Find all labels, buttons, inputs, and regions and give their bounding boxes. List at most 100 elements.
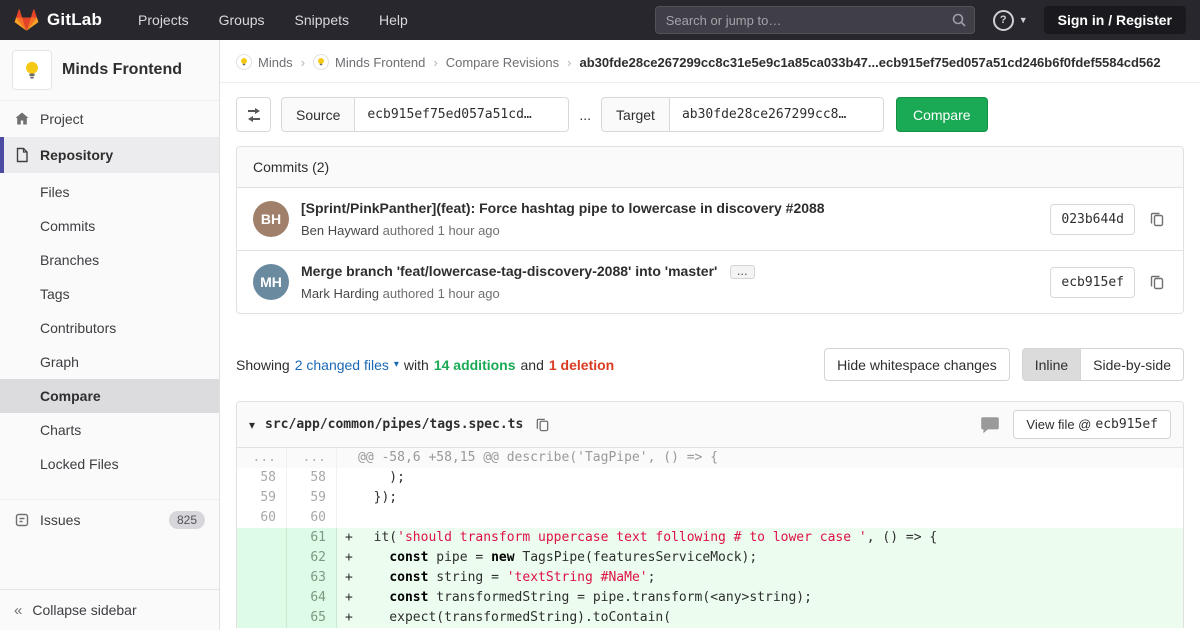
sidebar-item-locked-files[interactable]: Locked Files (0, 447, 219, 481)
search-icon[interactable] (951, 12, 967, 28)
gitlab-tanuki-icon (14, 9, 39, 31)
new-line-number[interactable]: 65 (287, 608, 337, 628)
copy-sha-button[interactable] (1147, 272, 1167, 292)
navbar-item-help[interactable]: Help (379, 12, 408, 28)
repository-subnav: Files Commits Branches Tags Contributors Grap… (0, 173, 219, 487)
commit-row: BH [Sprint/PinkPanther](feat): Force has… (237, 188, 1183, 250)
left-sidebar: Minds Frontend Project Repository Files C… (0, 40, 220, 630)
with-label: with (403, 356, 429, 373)
navbar-item-snippets[interactable]: Snippets (295, 12, 349, 28)
diff-line-content: ); (358, 470, 405, 485)
sidebar-item-graph[interactable]: Graph (0, 345, 219, 379)
diff-line: 58 58 ); (237, 468, 1183, 488)
new-line-number[interactable]: 62 (287, 548, 337, 568)
toggle-comments-button[interactable] (977, 413, 1003, 437)
old-line-number[interactable] (237, 608, 287, 628)
commit-sha-button[interactable]: 023b644d (1050, 203, 1135, 235)
old-line-number[interactable] (237, 588, 287, 608)
sidebar-item-project[interactable]: Project (0, 101, 219, 137)
group-avatar (236, 54, 252, 70)
sidebar-item-files[interactable]: Files (0, 175, 219, 209)
new-line-number[interactable]: 61 (287, 528, 337, 548)
copy-sha-button[interactable] (1147, 209, 1167, 229)
target-ref-field[interactable]: ab30fde28ce267299cc8… (668, 97, 884, 132)
diff-line-content: }); (358, 490, 398, 505)
new-line-number[interactable]: 59 (287, 488, 337, 508)
new-line-number[interactable]: 60 (287, 508, 337, 528)
diff-line-content: + it('should transform uppercase text fo… (337, 528, 1183, 548)
expand-commit-description-button[interactable]: ... (729, 264, 755, 279)
old-line-number[interactable]: 60 (237, 508, 287, 528)
sidebar-item-label: Project (40, 111, 84, 127)
breadcrumb-label: Minds (258, 54, 293, 70)
old-line-number[interactable]: 59 (237, 488, 287, 508)
changed-files-dropdown[interactable]: 2 changed files (295, 357, 389, 373)
commit-author-link[interactable]: Mark Harding (301, 286, 379, 301)
old-line-number[interactable]: 58 (237, 468, 287, 488)
diff-line-content: @@ -58,6 +58,15 @@ describe('TagPipe', (… (337, 448, 1183, 468)
sidebar-item-repository[interactable]: Repository (0, 137, 219, 173)
view-file-button[interactable]: View file @ ecb915ef (1013, 410, 1171, 439)
breadcrumb-item-minds[interactable]: Minds (236, 54, 293, 70)
diff-line-content (337, 508, 1183, 528)
breadcrumb-item-compare-revisions[interactable]: Compare Revisions (446, 55, 559, 70)
new-line-number[interactable]: 58 (287, 468, 337, 488)
sidebar-item-compare[interactable]: Compare (0, 379, 219, 413)
collapse-sidebar-button[interactable]: « Collapse sidebar (0, 589, 219, 630)
new-line-number[interactable]: 63 (287, 568, 337, 588)
avatar[interactable]: MH (253, 264, 289, 300)
project-context-header[interactable]: Minds Frontend (0, 40, 219, 101)
caret-down-icon[interactable]: ▾ (394, 359, 399, 370)
diff-file-panel: ▾ src/app/common/pipes/tags.spec.ts View… (236, 401, 1184, 628)
navbar-item-groups[interactable]: Groups (219, 12, 265, 28)
compare-button[interactable]: Compare (895, 97, 988, 132)
collapse-diff-caret-icon[interactable]: ▾ (249, 418, 255, 432)
sidebar-item-charts[interactable]: Charts (0, 413, 219, 447)
side-by-side-view-button[interactable]: Side-by-side (1080, 348, 1184, 381)
sidebar-item-issues[interactable]: Issues 825 (0, 499, 219, 540)
old-line-number[interactable] (237, 568, 287, 588)
project-name: Minds Frontend (62, 61, 182, 78)
commits-header: Commits (2) (237, 147, 1183, 188)
top-navbar: GitLab Projects Groups Snippets Help ? ▼ Si… (0, 0, 1200, 40)
issues-label: Issues (40, 512, 81, 528)
inline-view-button[interactable]: Inline (1021, 348, 1082, 381)
sidebar-item-branches[interactable]: Branches (0, 243, 219, 277)
target-label: Target (601, 97, 669, 132)
gitlab-logo[interactable]: GitLab (14, 8, 102, 32)
old-line-number[interactable] (237, 548, 287, 568)
avatar[interactable]: BH (253, 201, 289, 237)
commit-info: [Sprint/PinkPanther](feat): Force hashta… (301, 200, 1050, 238)
breadcrumb-item-minds-frontend[interactable]: Minds Frontend (313, 54, 425, 70)
commit-title-link[interactable]: Merge branch 'feat/lowercase-tag-discove… (301, 263, 717, 279)
issues-icon (15, 513, 29, 527)
navbar-item-projects[interactable]: Projects (138, 12, 189, 28)
view-file-sha: ecb915ef (1095, 417, 1158, 432)
help-menu[interactable]: ? ▼ (992, 9, 1028, 31)
and-label: and (520, 356, 544, 373)
sidebar-item-tags[interactable]: Tags (0, 277, 219, 311)
commit-author-link[interactable]: Ben Hayward (301, 223, 379, 238)
double-chevron-left-icon: « (14, 601, 23, 619)
view-file-label: View file @ (1026, 417, 1092, 432)
search-input[interactable] (654, 6, 975, 34)
swap-revisions-button[interactable] (236, 97, 271, 132)
source-ref-field[interactable]: ecb915ef75ed057a51cd… (354, 97, 570, 132)
new-line-number[interactable]: 64 (287, 588, 337, 608)
hide-whitespace-button[interactable]: Hide whitespace changes (824, 348, 1010, 381)
signin-register-button[interactable]: Sign in / Register (1043, 6, 1186, 34)
diff-line: 59 59 }); (237, 488, 1183, 508)
new-line-number[interactable]: ... (287, 448, 337, 468)
diff-line: 64 + const transformedString = pipe.trans… (237, 588, 1183, 608)
commit-row: MH Merge branch 'feat/lowercase-tag-disc… (237, 250, 1183, 313)
old-line-number[interactable] (237, 528, 287, 548)
commit-sha-button[interactable]: ecb915ef (1050, 266, 1135, 298)
copy-file-path-button[interactable] (533, 415, 552, 434)
sidebar-item-commits[interactable]: Commits (0, 209, 219, 243)
sidebar-item-contributors[interactable]: Contributors (0, 311, 219, 345)
diff-file-path[interactable]: src/app/common/pipes/tags.spec.ts (265, 417, 523, 432)
main-content: Minds › Minds Frontend › Compare Revisio… (220, 40, 1200, 630)
commit-meta: Mark Harding authored 1 hour ago (301, 286, 1050, 301)
old-line-number[interactable]: ... (237, 448, 287, 468)
commit-title-link[interactable]: [Sprint/PinkPanther](feat): Force hashta… (301, 200, 825, 216)
